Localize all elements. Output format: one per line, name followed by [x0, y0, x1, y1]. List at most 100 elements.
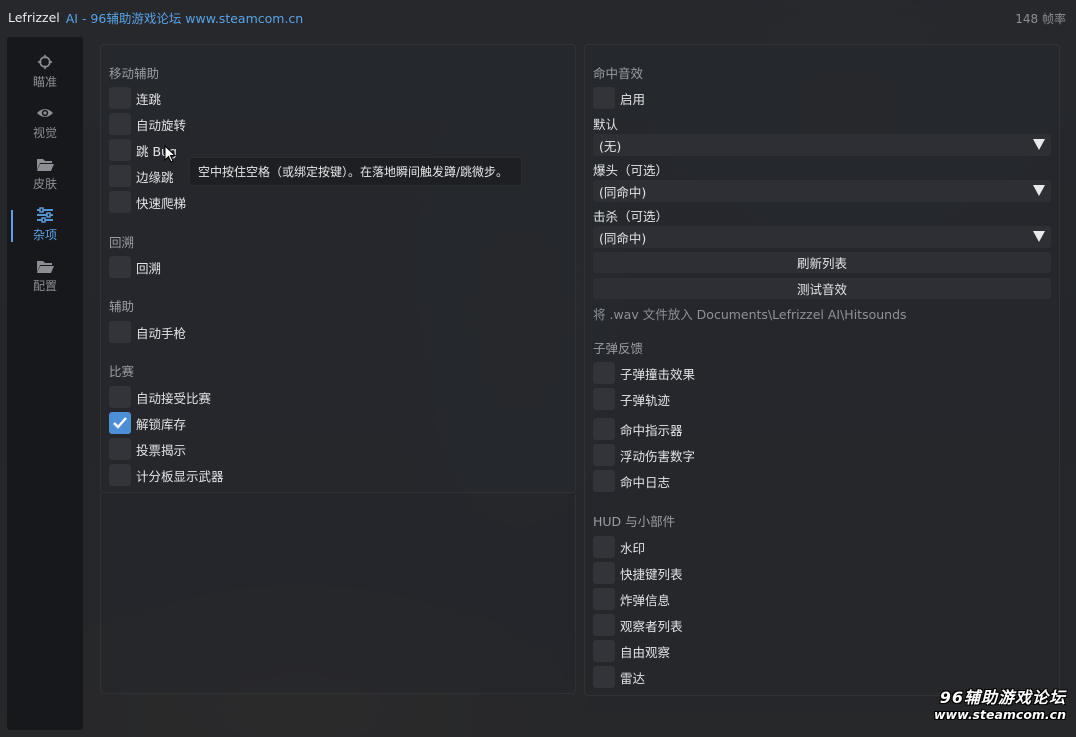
checkbox-box[interactable]	[109, 438, 131, 460]
checkmark-icon	[113, 417, 127, 429]
select-value: (同命中)	[599, 230, 647, 246]
checkbox-bomb-info[interactable]: 炸弹信息	[593, 588, 670, 610]
dropdown-arrow-icon	[1033, 185, 1045, 196]
section-title-hud: HUD 与小部件	[593, 514, 676, 529]
checkbox-unlock-inventory[interactable]: 解锁库存	[109, 412, 186, 434]
checkbox-label: 自动手枪	[136, 325, 187, 341]
checkbox-label: 浮动伤害数字	[620, 448, 696, 464]
sidebar-item-label: 配置	[32, 279, 57, 293]
checkbox-auto-pistol[interactable]: 自动手枪	[109, 321, 186, 343]
checkbox-box[interactable]	[593, 362, 615, 384]
select-value: (同命中)	[599, 184, 647, 200]
checkbox-box[interactable]	[593, 614, 615, 636]
checkbox-spectator-list[interactable]: 观察者列表	[593, 614, 683, 636]
checkbox-box[interactable]	[109, 191, 131, 213]
checkbox-label: 命中指示器	[620, 422, 683, 438]
checkbox-label: 自动旋转	[136, 117, 187, 133]
checkbox-box[interactable]	[593, 536, 615, 558]
default-sound-select[interactable]: (无)	[593, 134, 1051, 156]
checkbox-bullet-impacts[interactable]: 子弹撞击效果	[593, 362, 695, 384]
checkbox-bullet-tracers[interactable]: 子弹轨迹	[593, 388, 670, 410]
left-panel: 移动辅助 连跳 自动旋转 跳 Bug 边缘跳 快速爬梯 回溯 回溯 辅助 自动手…	[100, 44, 576, 493]
sidebar-item-label: 瞄准	[32, 75, 57, 89]
default-sound-label: 默认	[593, 117, 619, 132]
refresh-list-button[interactable]: 刷新列表	[593, 252, 1051, 273]
kill-sound-select[interactable]: (同命中)	[593, 226, 1051, 248]
checkbox-box[interactable]	[109, 139, 131, 161]
checkbox-label: 炸弹信息	[620, 592, 671, 608]
checkbox-label: 雷达	[620, 670, 646, 686]
checkbox-box[interactable]	[593, 470, 615, 492]
checkbox-label: 解锁库存	[136, 416, 187, 432]
section-title-assist: 辅助	[109, 299, 135, 314]
checkbox-label: 启用	[620, 91, 646, 107]
checkbox-box[interactable]	[593, 444, 615, 466]
section-title-match: 比赛	[109, 364, 135, 379]
checkbox-auto-accept[interactable]: 自动接受比赛	[109, 386, 211, 408]
sidebar-item-config[interactable]: 配置	[7, 253, 83, 299]
sidebar-item-visuals[interactable]: 视觉	[7, 100, 83, 146]
checkbox-box[interactable]	[109, 256, 131, 278]
cheat-menu-window: Lefrizzel AI - 96辅助游戏论坛 www.steamcom.cn …	[0, 0, 1076, 737]
checkbox-label: 自动接受比赛	[136, 390, 212, 406]
checkbox-box[interactable]	[109, 113, 131, 135]
checkbox-box[interactable]	[109, 412, 131, 434]
checkbox-box[interactable]	[593, 640, 615, 662]
checkbox-radar[interactable]: 雷达	[593, 666, 645, 688]
checkbox-hit-marker[interactable]: 命中指示器	[593, 418, 683, 440]
sidebar-item-skins[interactable]: 皮肤	[7, 151, 83, 197]
checkbox-box[interactable]	[109, 321, 131, 343]
headshot-sound-select[interactable]: (同命中)	[593, 180, 1051, 202]
test-sound-button[interactable]: 测试音效	[593, 278, 1051, 299]
sidebar-item-aim[interactable]: 瞄准	[7, 49, 83, 95]
checkbox-watermark[interactable]: 水印	[593, 536, 645, 558]
fps-counter: 148 帧率	[1015, 12, 1066, 26]
checkbox-box[interactable]	[109, 87, 131, 109]
select-value: (无)	[599, 138, 622, 154]
sidebar-item-label: 皮肤	[32, 177, 57, 191]
sidebar-item-label: 杂项	[32, 228, 57, 242]
checkbox-keybind-list[interactable]: 快捷键列表	[593, 562, 683, 584]
checkbox-hit-log[interactable]: 命中日志	[593, 470, 670, 492]
checkbox-label: 观察者列表	[620, 618, 683, 634]
mouse-cursor-icon	[164, 145, 176, 163]
checkbox-box[interactable]	[593, 418, 615, 440]
checkbox-label: 子弹轨迹	[620, 392, 671, 408]
checkbox-scoreboard-weapons[interactable]: 计分板显示武器	[109, 464, 224, 486]
folder-icon	[37, 261, 54, 273]
checkbox-box[interactable]	[109, 386, 131, 408]
left-panel-empty-area	[100, 493, 576, 694]
right-panel: 命中音效 启用 默认 (无) 爆头（可选） (同命中) 击杀（可选） (同命中)…	[584, 44, 1060, 696]
checkbox-fast-ladder[interactable]: 快速爬梯	[109, 191, 186, 213]
checkbox-box[interactable]	[593, 562, 615, 584]
dropdown-arrow-icon	[1033, 231, 1045, 242]
checkbox-hitsound-enable[interactable]: 启用	[593, 87, 645, 109]
checkbox-label: 水印	[620, 540, 646, 556]
checkbox-label: 边缘跳	[136, 169, 174, 185]
checkbox-bunnyhop[interactable]: 连跳	[109, 87, 161, 109]
checkbox-box[interactable]	[593, 87, 615, 109]
checkbox-vote-reveal[interactable]: 投票揭示	[109, 438, 186, 460]
app-title: AI - 96辅助游戏论坛 www.steamcom.cn	[65, 10, 304, 26]
section-title-bullet-feedback: 子弹反馈	[593, 341, 644, 356]
checkbox-box[interactable]	[109, 165, 131, 187]
sidebar-item-misc[interactable]: 杂项	[7, 202, 83, 248]
section-title-backtrack: 回溯	[109, 235, 135, 250]
forum-watermark: 96辅助游戏论坛	[939, 688, 1066, 707]
checkbox-damage-numbers[interactable]: 浮动伤害数字	[593, 444, 695, 466]
checkbox-label: 连跳	[136, 91, 162, 107]
checkbox-label: 回溯	[136, 260, 162, 276]
checkbox-box[interactable]	[109, 464, 131, 486]
checkbox-edge-jump[interactable]: 边缘跳	[109, 165, 174, 187]
checkbox-box[interactable]	[593, 388, 615, 410]
checkbox-free-cam[interactable]: 自由观察	[593, 640, 670, 662]
checkbox-label: 命中日志	[620, 474, 671, 490]
title-bar: Lefrizzel AI - 96辅助游戏论坛 www.steamcom.cn …	[0, 0, 1076, 34]
eye-icon	[37, 109, 53, 117]
checkbox-auto-strafe[interactable]: 自动旋转	[109, 113, 186, 135]
checkbox-box[interactable]	[593, 588, 615, 610]
checkbox-box[interactable]	[593, 666, 615, 688]
checkbox-backtrack[interactable]: 回溯	[109, 256, 161, 278]
forum-watermark-url: www.steamcom.cn	[933, 707, 1066, 722]
checkbox-label: 子弹撞击效果	[620, 366, 696, 382]
